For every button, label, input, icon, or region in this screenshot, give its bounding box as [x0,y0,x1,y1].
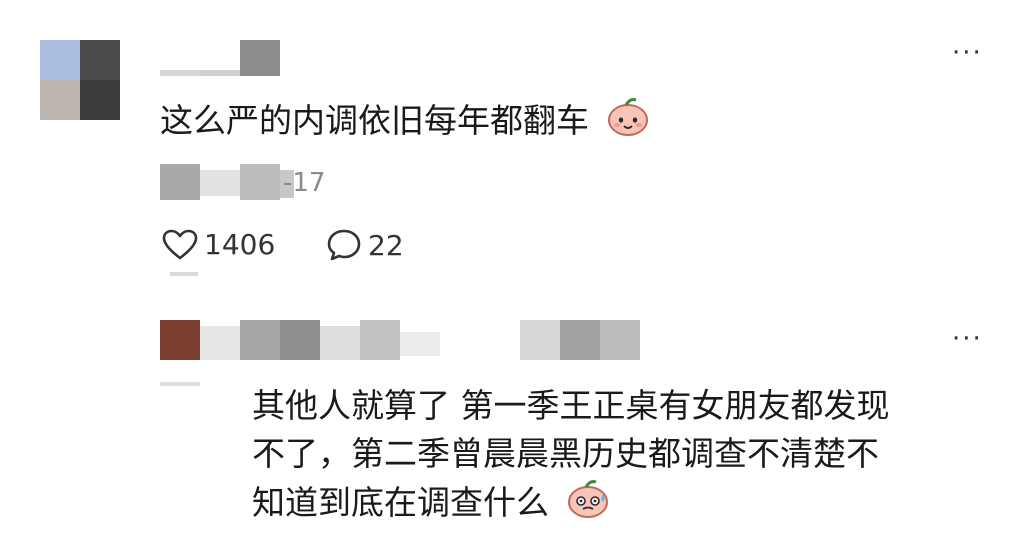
reply-text: 其他人就算了 第一季王正桌有女朋友都发现 不了，第二季曾晨晨黑历史都调查不清楚不… [252,382,890,531]
username-blurred[interactable] [160,40,290,80]
reply-button[interactable]: 22 [326,228,404,262]
peach-sweat-icon [566,478,610,531]
comment-bubble-icon [327,229,361,261]
heart-icon [162,229,198,259]
reply-line-1: 其他人就算了 第一季王正桌有女朋友都发现 [252,386,890,425]
reply-line-3: 知道到底在调查什么 [252,483,549,522]
avatar[interactable] [40,40,120,120]
reply-username-blurred[interactable] [200,320,640,364]
comment-body: 这么严的内调依旧每年都翻车 [160,101,589,140]
like-count: 1406 [204,228,276,261]
reply-count: 22 [368,228,404,262]
reply-avatar[interactable] [160,320,200,360]
reply-line-2: 不了，第二季曾晨晨黑历史都调查不清楚不 [252,434,879,473]
reply-line-3-wrap: 知道到底在调查什么 [252,478,890,531]
comment-text: 这么严的内调依旧每年都翻车 [160,96,650,149]
peach-smile-icon [606,96,650,149]
divider-blur [170,272,198,276]
comment-date [160,160,360,200]
comment-date-suffix: -17 [283,168,326,198]
reply-divider-blur [160,382,200,386]
more-options-icon[interactable]: ··· [952,40,983,66]
like-button[interactable]: 1406 [162,228,275,261]
reply-more-options-icon[interactable]: ··· [952,326,983,352]
